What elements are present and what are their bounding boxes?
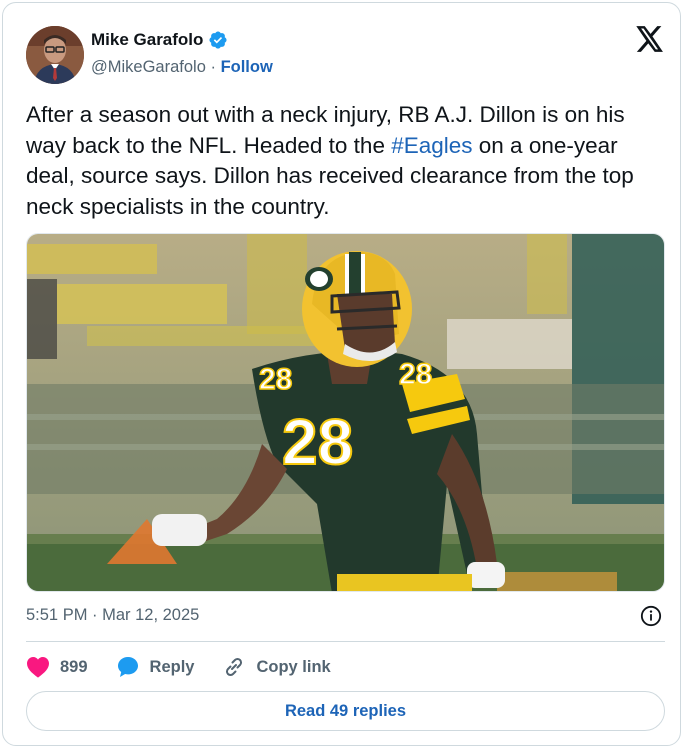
svg-text:28: 28 [399, 358, 432, 391]
tweet-text: After a season out with a neck injury, R… [26, 100, 666, 222]
author-handle[interactable]: @MikeGarafolo [91, 58, 206, 76]
verified-badge-icon [209, 31, 227, 49]
copy-link-button[interactable]: Copy link [222, 655, 331, 679]
separator: · [210, 58, 216, 76]
hashtag-link[interactable]: #Eagles [391, 133, 472, 158]
reply-button[interactable]: Reply [116, 655, 195, 679]
reply-bubble-icon [117, 657, 138, 677]
info-icon[interactable] [640, 605, 662, 627]
tweet-card: Mike Garafolo @MikeGarafolo · Follow Aft… [2, 2, 681, 746]
author-handle-row: @MikeGarafolo · Follow [91, 58, 273, 77]
heart-icon [27, 657, 49, 678]
svg-text:28: 28 [259, 363, 292, 396]
copy-link-label: Copy link [256, 657, 331, 676]
reply-label: Reply [149, 657, 195, 676]
jersey-number: 28 [282, 406, 353, 478]
author-name-row: Mike Garafolo [91, 30, 228, 50]
read-replies-label: Read 49 replies [284, 701, 407, 720]
action-bar: 899 Reply Copy link [26, 653, 359, 681]
timestamp[interactable]: 5:51 PM · Mar 12, 2025 [26, 606, 199, 625]
divider [26, 641, 665, 642]
author-name[interactable]: Mike Garafolo [91, 30, 203, 50]
like-button[interactable]: 899 [26, 656, 88, 678]
read-replies-button[interactable]: Read 49 replies [26, 691, 665, 731]
link-icon [226, 657, 243, 677]
tweet-photo[interactable]: 28 28 28 [26, 233, 665, 592]
x-logo-icon[interactable] [636, 26, 664, 52]
follow-button[interactable]: Follow [221, 58, 273, 76]
like-count: 899 [60, 657, 88, 676]
avatar[interactable] [26, 26, 84, 84]
